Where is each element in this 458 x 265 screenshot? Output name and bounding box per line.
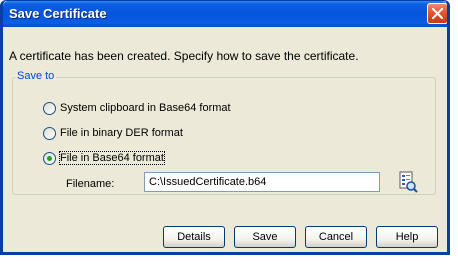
dialog-body: A certificate has been created. Specify … <box>3 27 447 252</box>
browse-file-button[interactable] <box>398 171 418 193</box>
close-icon <box>432 8 443 19</box>
save-certificate-dialog: Save Certificate A certificate has been … <box>0 0 450 255</box>
option-binary-der-label: File in binary DER format <box>60 127 183 139</box>
save-to-legend: Save to <box>15 70 57 82</box>
dialog-title: Save Certificate <box>9 6 107 21</box>
details-button[interactable]: Details <box>163 226 225 248</box>
close-button[interactable] <box>427 3 447 24</box>
dialog-description: A certificate has been created. Specify … <box>9 49 359 63</box>
filename-label: Filename: <box>66 178 115 190</box>
save-button[interactable]: Save <box>234 226 296 248</box>
browse-file-icon <box>399 171 418 193</box>
option-binary-der[interactable]: File in binary DER format <box>43 125 183 141</box>
option-clipboard-label: System clipboard in Base64 format <box>60 102 231 114</box>
radio-binary-der[interactable] <box>43 126 56 140</box>
cancel-button[interactable]: Cancel <box>305 226 367 248</box>
radio-clipboard[interactable] <box>43 101 56 115</box>
option-base64-file-label: File in Base64 format <box>59 151 165 165</box>
option-clipboard[interactable]: System clipboard in Base64 format <box>43 100 231 116</box>
help-button[interactable]: Help <box>376 226 438 248</box>
filename-input[interactable]: C:\IssuedCertificate.b64 <box>144 172 380 192</box>
radio-base64-file[interactable] <box>43 151 56 165</box>
option-base64-file[interactable]: File in Base64 format <box>43 150 165 166</box>
title-bar[interactable]: Save Certificate <box>3 1 447 27</box>
